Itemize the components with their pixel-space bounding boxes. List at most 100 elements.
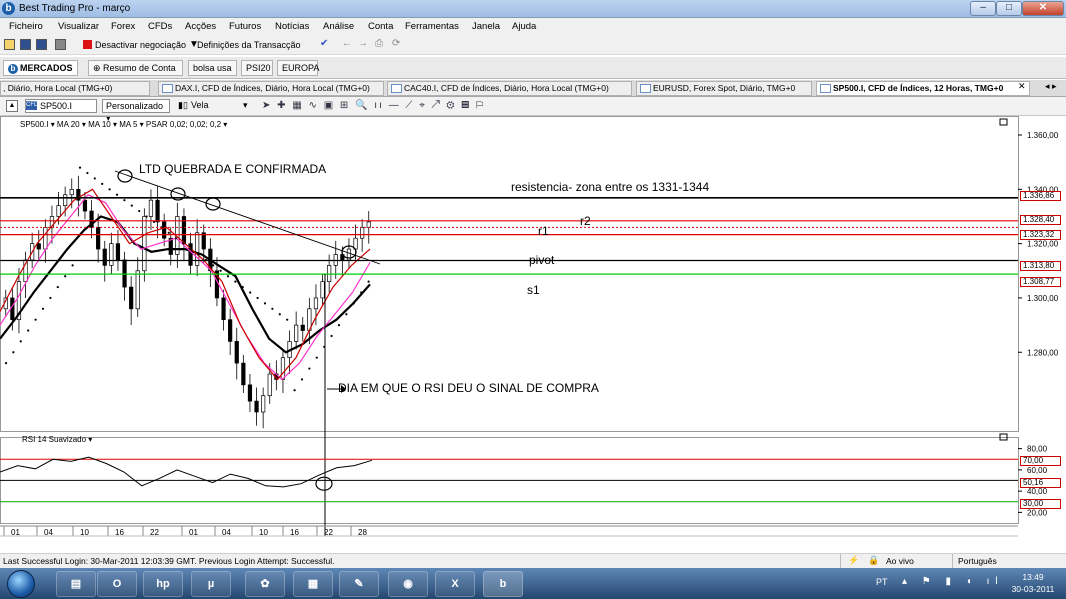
rsi-tag-50: 50,16 (1020, 478, 1061, 488)
menu-conta[interactable]: Conta (368, 21, 393, 32)
rsi-axis-label: 60,00 (1027, 466, 1048, 475)
charts-app-icon[interactable]: ▦ (293, 571, 333, 597)
menu-analise[interactable]: Análise (323, 21, 354, 32)
menu-cfds[interactable]: CFDs (148, 21, 172, 32)
template-select[interactable]: Personalizado ▾ (102, 99, 170, 123)
chart-tab-0[interactable]: , Diário, Hora Local (TMG+0) (0, 81, 150, 96)
candle-body (247, 384, 253, 402)
menu-accoes[interactable]: Acções (185, 21, 216, 32)
psar-dot (271, 307, 274, 310)
status-divider (952, 554, 953, 568)
transaction-settings-button[interactable]: Definições da Transacção (197, 40, 301, 50)
save-all-icon[interactable] (36, 39, 47, 50)
menu-noticias[interactable]: Notícias (275, 21, 309, 32)
editor-icon[interactable]: ✎ (339, 571, 379, 597)
open-folder-icon[interactable] (4, 39, 15, 50)
drawing-tools-icon[interactable]: ➤ ✚ ▦ ∿ ▣ ⊞ 🔍 ıı — ⟋ ⌖ ↗ ⚙ ▤ ⚐ (262, 100, 485, 111)
tab-label: DAX.I, CFD de Índices, Diário, Hora Loca… (175, 83, 370, 93)
tab-europa[interactable]: EUROPA (277, 60, 319, 76)
firefox-icon[interactable]: ◉ (388, 571, 428, 597)
indicator-legend[interactable]: SP500.I ▾ MA 20 ▾ MA 10 ▾ MA 5 ▾ PSAR 0,… (20, 120, 227, 129)
tab-label: MERCADOS (20, 63, 73, 73)
outlook-icon[interactable]: O (97, 571, 137, 597)
maximize-panel-icon (999, 118, 1008, 126)
rsi-legend[interactable]: RSI 14 Suavizado ▾ (22, 435, 92, 444)
menu-ferramentas[interactable]: Ferramentas (405, 21, 459, 32)
tab-label: EURUSD, Forex Spot, Diário, TMG+0 (653, 83, 796, 93)
psar-dot (78, 166, 82, 169)
excel-icon[interactable]: X (435, 571, 475, 597)
tab-scroll-arrows-icon[interactable]: ◂ ▸ (1045, 81, 1057, 92)
tab-label: Resumo de Conta (103, 63, 176, 73)
menu-ficheiro[interactable]: Ficheiro (9, 21, 43, 32)
chart-type-select[interactable]: Vela ▾ (191, 99, 259, 113)
tray-icons[interactable]: ▴ ⚑ ▮ ◖ ıl (902, 576, 1004, 587)
chart-tab-sp500[interactable]: SP500.I, CFD de Índices, 12 Horas, TMG+0 (816, 81, 1030, 96)
psar-dot (108, 188, 111, 191)
candle-body (148, 199, 154, 217)
psar-dot (34, 318, 37, 321)
print-preview-icon[interactable]: ⎙ (375, 38, 383, 49)
utorrent-icon[interactable]: µ (191, 571, 231, 597)
tab-resumo-de-conta[interactable]: ⊕ Resumo de Conta (88, 60, 183, 76)
title-bar: b Best Trading Pro - março – □ ✕ (0, 0, 1066, 18)
candle-body (221, 297, 226, 321)
candle-body (109, 243, 114, 266)
stop-trading-icon (83, 40, 92, 49)
tray-language[interactable]: PT (876, 577, 888, 587)
save-icon[interactable] (20, 39, 31, 50)
candle-body (43, 226, 48, 250)
price-tag-resistance: 1.336,86 (1020, 191, 1061, 201)
menu-forex[interactable]: Forex (111, 21, 135, 32)
candle-body (360, 226, 365, 239)
best-trading-icon[interactable]: b (483, 571, 523, 597)
chart-tab-eurusd[interactable]: EURUSD, Forex Spot, Diário, TMG+0 (636, 81, 812, 96)
psar-dot (308, 367, 311, 370)
app-icon[interactable]: ✿ (245, 571, 285, 597)
menu-visualizar[interactable]: Visualizar (58, 21, 99, 32)
maximize-button[interactable]: □ (996, 1, 1022, 16)
taskbar: ▤ O hp µ ✿ ▦ ✎ ◉ X b PT ▴ ⚑ ▮ ◖ ıl 13:49… (0, 568, 1066, 599)
candle-body (135, 270, 140, 310)
hp-icon[interactable]: hp (143, 571, 183, 597)
psar-dot (219, 269, 222, 272)
signal-icon: ⚡ (848, 555, 860, 565)
clock-time[interactable]: 13:49 (1010, 572, 1056, 582)
tab-bolsa-usa[interactable]: bolsa usa (188, 60, 237, 76)
psar-dot (115, 193, 119, 196)
chart-tab-dax[interactable]: DAX.I, CFD de Índices, Diário, Hora Loca… (158, 81, 384, 96)
language-status[interactable]: Português (958, 556, 997, 566)
clock-date[interactable]: 30-03-2011 (1010, 584, 1056, 594)
print-icon[interactable] (55, 39, 66, 50)
refresh-icon[interactable]: ⟳ (392, 38, 400, 49)
annotation-s1: s1 (527, 283, 540, 297)
menu-futuros[interactable]: Futuros (229, 21, 261, 32)
explorer-icon[interactable]: ▤ (56, 571, 96, 597)
window-title: Best Trading Pro - março (19, 3, 131, 14)
psar-dot (345, 313, 348, 316)
chart-tab-cac40[interactable]: CAC40.I, CFD de Índices, Diário, Hora Lo… (387, 81, 632, 96)
tab-mercados[interactable]: b MERCADOS (3, 60, 78, 76)
psar-dot (182, 242, 185, 245)
chart-area[interactable]: 1.360,00 1.340,00 1.320,00 1.300,00 1.280,00… (0, 116, 1066, 539)
menu-janela[interactable]: Janela (472, 21, 500, 32)
menu-ajuda[interactable]: Ajuda (512, 21, 536, 32)
check-icon[interactable]: ✔ (320, 38, 328, 49)
candle-body (300, 324, 305, 331)
minimize-button[interactable]: – (970, 1, 996, 16)
start-button[interactable] (7, 570, 35, 598)
price-axis-label: 1.300,00 (1027, 294, 1059, 303)
candle-body (267, 373, 272, 397)
close-tab-icon[interactable]: ✕ (1018, 81, 1026, 92)
tab-psi20[interactable]: PSI20 (241, 60, 273, 76)
candle-body (313, 297, 319, 310)
close-button[interactable]: ✕ (1022, 1, 1064, 16)
deactivate-trading-button[interactable]: Desactivar negociação (95, 40, 186, 50)
login-status: Last Successful Login: 30-Mar-2011 12:03… (3, 556, 335, 566)
candle-body (366, 221, 371, 228)
back-arrow-icon[interactable]: ← (342, 38, 352, 49)
psar-dot (300, 378, 304, 381)
collapse-icon[interactable]: ▲ (6, 100, 18, 112)
forward-arrow-icon[interactable]: → (358, 38, 368, 49)
candle-body (63, 194, 68, 206)
